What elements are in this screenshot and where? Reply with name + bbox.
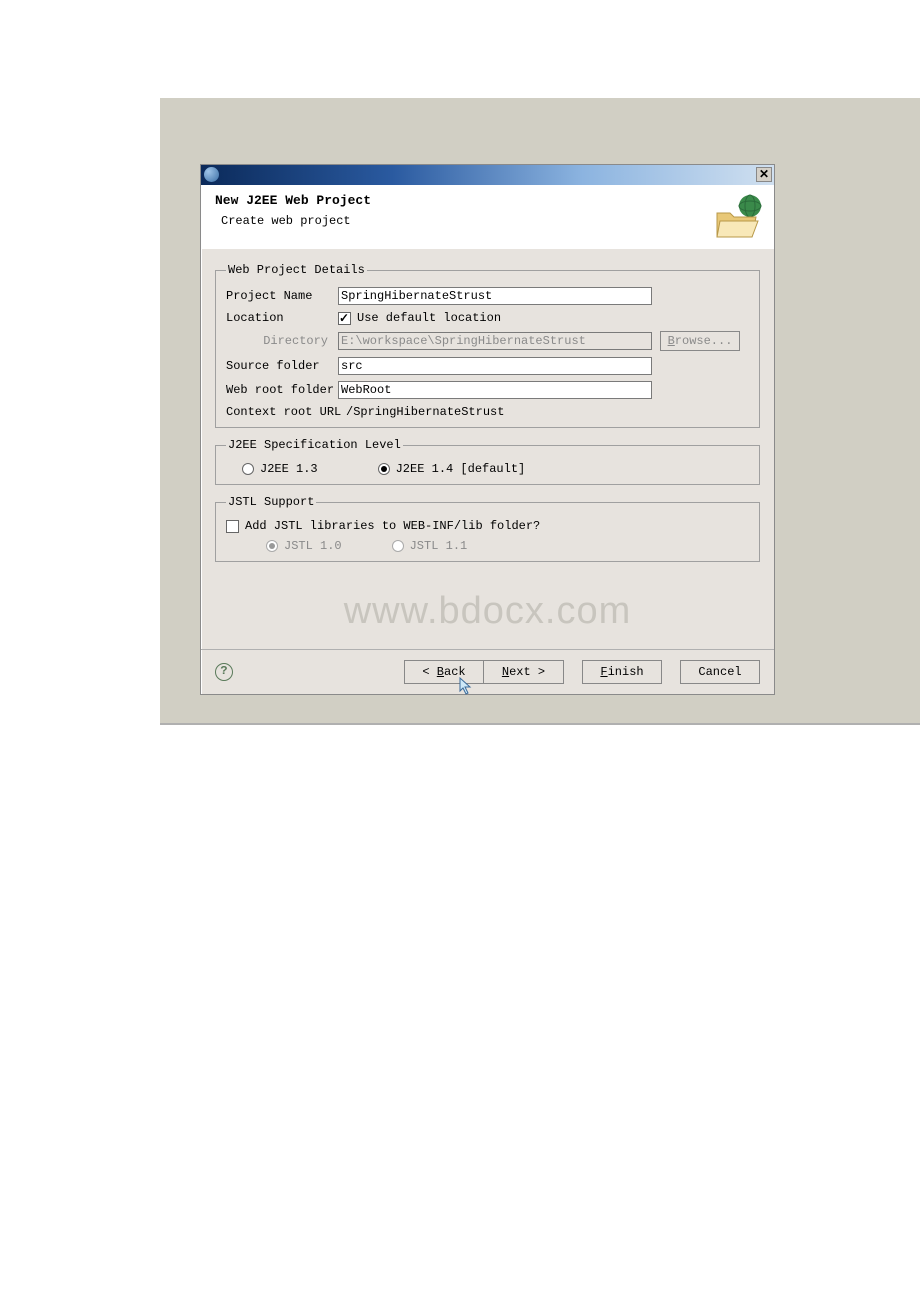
jstl-11-radio: JSTL 1.1 [392, 539, 468, 553]
project-name-label: Project Name [226, 289, 338, 303]
folder-globe-icon [712, 193, 764, 239]
project-name-input[interactable] [338, 287, 652, 305]
location-label: Location [226, 311, 338, 325]
jstl-10-label: JSTL 1.0 [284, 539, 342, 553]
dialog-title: New J2EE Web Project [215, 193, 760, 208]
j2ee-14-radio[interactable]: J2EE 1.4 [default] [378, 462, 526, 476]
source-folder-input[interactable] [338, 357, 652, 375]
jstl-support-group: JSTL Support Add JSTL libraries to WEB-I… [215, 495, 760, 562]
watermark-text: www.bdocx.com [215, 590, 760, 633]
app-icon [204, 167, 219, 182]
j2ee-spec-group: J2EE Specification Level J2EE 1.3 J2EE 1… [215, 438, 760, 485]
j2ee-14-label: J2EE 1.4 [default] [396, 462, 526, 476]
add-jstl-checkbox[interactable] [226, 520, 239, 533]
jstl-11-label: JSTL 1.1 [410, 539, 468, 553]
source-folder-label: Source folder [226, 359, 338, 373]
title-bar: ✕ [201, 165, 774, 185]
context-root-label: Context root URL [226, 405, 344, 419]
use-default-location-checkbox[interactable] [338, 312, 351, 325]
j2ee-13-label: J2EE 1.3 [260, 462, 318, 476]
add-jstl-label: Add JSTL libraries to WEB-INF/lib folder… [245, 519, 540, 533]
next-button[interactable]: Next > [484, 660, 564, 684]
new-project-dialog: ✕ New J2EE Web Project Create web projec… [200, 164, 775, 695]
spec-legend: J2EE Specification Level [226, 438, 403, 452]
browse-button: Browse... [660, 331, 740, 351]
dialog-content: Web Project Details Project Name Locatio… [201, 249, 774, 649]
directory-input [338, 332, 652, 350]
dialog-subtitle: Create web project [215, 214, 760, 228]
context-root-value: /SpringHibernateStrust [344, 405, 749, 419]
cancel-button[interactable]: Cancel [680, 660, 760, 684]
back-button[interactable]: < Back [404, 660, 484, 684]
web-project-details-group: Web Project Details Project Name Locatio… [215, 263, 760, 428]
dialog-header: New J2EE Web Project Create web project [201, 185, 774, 249]
j2ee-13-radio[interactable]: J2EE 1.3 [242, 462, 318, 476]
finish-button[interactable]: Finish [582, 660, 662, 684]
jstl-10-radio: JSTL 1.0 [266, 539, 342, 553]
button-bar: ? < Back Next > Finish Cancel [201, 649, 774, 694]
web-root-folder-input[interactable] [338, 381, 652, 399]
web-root-folder-label: Web root folder [226, 383, 338, 397]
help-icon[interactable]: ? [215, 663, 233, 681]
jstl-legend: JSTL Support [226, 495, 316, 509]
details-legend: Web Project Details [226, 263, 367, 277]
close-button[interactable]: ✕ [756, 167, 772, 182]
use-default-location-label: Use default location [357, 311, 501, 325]
directory-label: Directory [226, 334, 338, 348]
